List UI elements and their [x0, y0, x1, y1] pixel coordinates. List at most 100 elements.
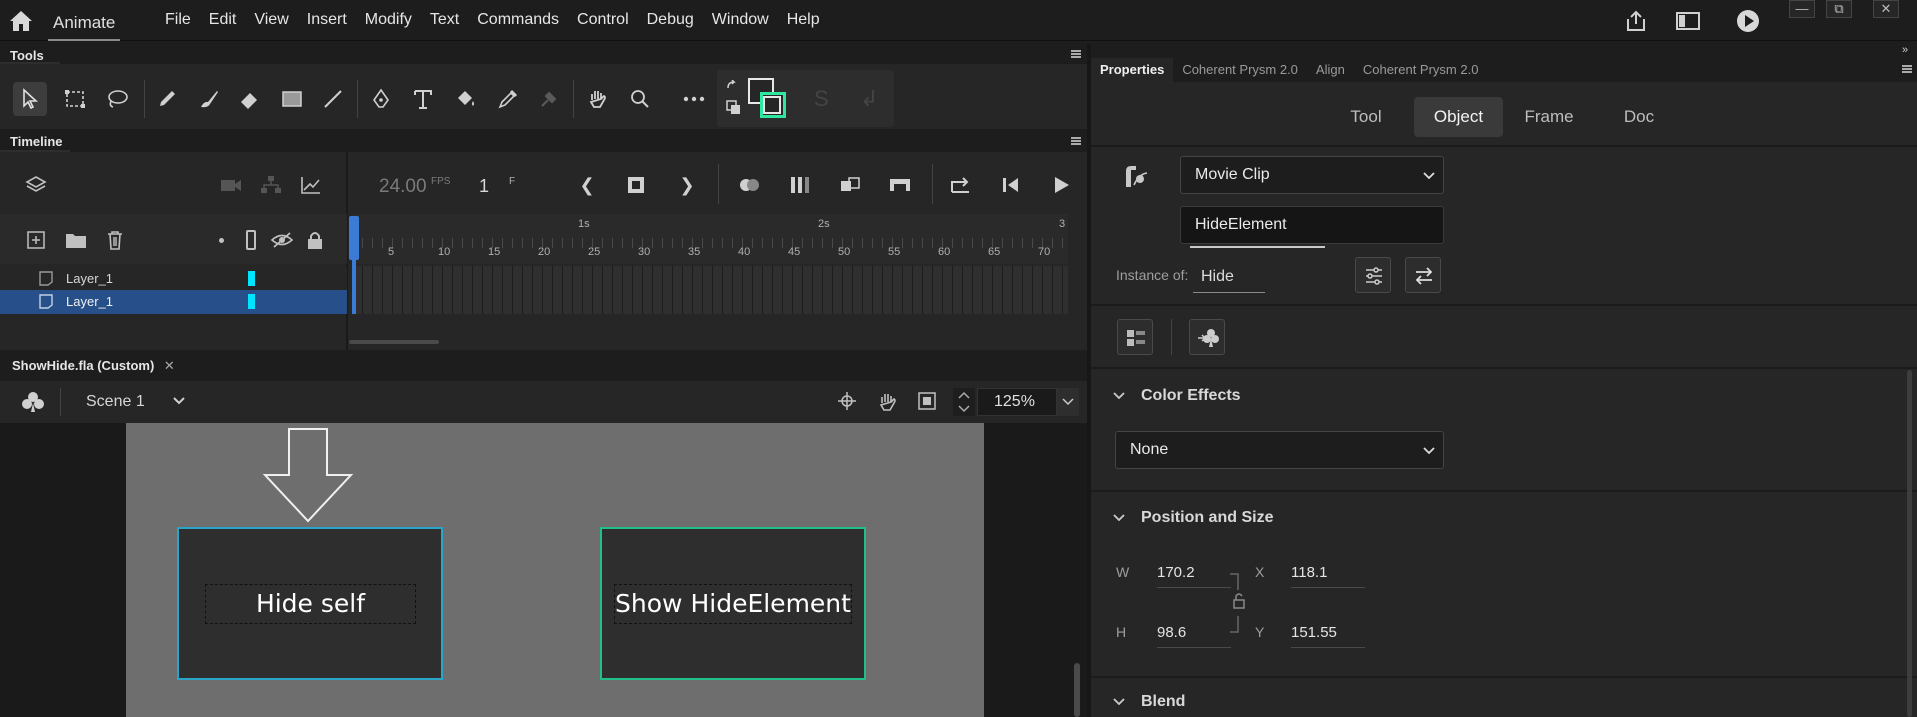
- blend-header[interactable]: Blend: [1141, 693, 1185, 711]
- zoom-input[interactable]: 125%: [977, 388, 1057, 416]
- insert-keyframe-icon[interactable]: [622, 171, 650, 199]
- swap-colors-icon[interactable]: [726, 80, 742, 96]
- menu-insert[interactable]: Insert: [298, 11, 356, 29]
- swap-symbol-button[interactable]: [1405, 257, 1441, 293]
- subtab-object[interactable]: Object: [1414, 97, 1503, 137]
- loop-icon[interactable]: [947, 171, 975, 199]
- lock-proportions-icon[interactable]: [1228, 570, 1250, 636]
- clip-content-icon[interactable]: [918, 392, 936, 410]
- playhead-handle[interactable]: [349, 216, 359, 260]
- document-tab[interactable]: ShowHide.fla (Custom): [12, 358, 154, 373]
- text-tool[interactable]: [406, 82, 440, 116]
- delete-layer-icon[interactable]: [101, 226, 129, 254]
- pin-tool[interactable]: [532, 82, 566, 116]
- properties-menu-icon[interactable]: [1902, 65, 1912, 73]
- layers-icon[interactable]: [22, 171, 50, 199]
- menu-modify[interactable]: Modify: [356, 11, 421, 29]
- menu-file[interactable]: File: [156, 11, 200, 29]
- next-keyframe-icon[interactable]: ❯: [673, 171, 701, 199]
- parenting-icon[interactable]: [257, 171, 285, 199]
- menu-edit[interactable]: Edit: [200, 11, 246, 29]
- tab-properties[interactable]: Properties: [1091, 58, 1174, 82]
- menu-window[interactable]: Window: [703, 11, 778, 29]
- camera-icon[interactable]: [217, 171, 245, 199]
- zoom-dropdown[interactable]: [1057, 388, 1079, 416]
- pen-tool[interactable]: [364, 82, 398, 116]
- subtab-doc[interactable]: Doc: [1600, 97, 1678, 137]
- hand-tool[interactable]: [581, 82, 615, 116]
- paint-bucket-tool[interactable]: [449, 82, 483, 116]
- layer-color-swatch[interactable]: [248, 271, 255, 286]
- library-symbol-button[interactable]: [1189, 319, 1225, 355]
- menu-text[interactable]: Text: [421, 11, 468, 29]
- menu-commands[interactable]: Commands: [468, 11, 568, 29]
- chevron-up-icon[interactable]: [958, 391, 970, 399]
- frame-grid[interactable]: [352, 266, 1068, 314]
- restore-button[interactable]: ⧉: [1826, 0, 1852, 18]
- lasso-tool[interactable]: [100, 82, 134, 116]
- workspace-icon[interactable]: [1676, 11, 1700, 31]
- menu-debug[interactable]: Debug: [638, 11, 703, 29]
- chevron-down-icon[interactable]: [958, 405, 970, 413]
- outline-layer-icon[interactable]: [246, 230, 256, 250]
- layer-row-selected[interactable]: Layer_1: [0, 290, 347, 314]
- eraser-tool[interactable]: [232, 82, 266, 116]
- new-layer-icon[interactable]: [22, 226, 50, 254]
- timeline-menu-icon[interactable]: [1071, 137, 1081, 145]
- stage-scrollbar[interactable]: [1074, 663, 1080, 717]
- chevron-down-icon[interactable]: [1113, 698, 1125, 706]
- symbol-icon[interactable]: [21, 391, 45, 413]
- menu-control[interactable]: Control: [568, 11, 638, 29]
- prev-keyframe-icon[interactable]: ❮: [573, 171, 601, 199]
- zoom-tool[interactable]: [623, 82, 657, 116]
- subtab-tool[interactable]: Tool: [1331, 97, 1401, 137]
- chevron-down-icon[interactable]: [1113, 392, 1125, 400]
- create-tween-icon[interactable]: [836, 171, 864, 199]
- zoom-stepper[interactable]: [953, 388, 975, 416]
- edit-multiple-frames-icon[interactable]: [786, 171, 814, 199]
- x-value[interactable]: 118.1: [1291, 564, 1365, 588]
- play-test-icon[interactable]: [1736, 9, 1760, 33]
- new-folder-icon[interactable]: [62, 226, 90, 254]
- collapse-panel-icon[interactable]: »: [1902, 44, 1908, 56]
- center-stage-icon[interactable]: [838, 392, 856, 410]
- position-size-header[interactable]: Position and Size: [1141, 509, 1273, 527]
- tab-align[interactable]: Align: [1307, 58, 1354, 82]
- hide-layers-icon[interactable]: [268, 226, 296, 254]
- fps-value[interactable]: 24.00: [379, 176, 427, 198]
- close-window-button[interactable]: ✕: [1873, 0, 1899, 18]
- layer-color-swatch[interactable]: [248, 294, 255, 309]
- tab-coherent-prysm[interactable]: Coherent Prysm 2.0: [1173, 58, 1307, 82]
- play-icon[interactable]: [1047, 171, 1075, 199]
- layer-name[interactable]: Layer_1: [66, 271, 113, 286]
- symbol-options-button[interactable]: [1355, 257, 1391, 293]
- selection-tool[interactable]: [13, 82, 47, 116]
- rotation-tool-icon[interactable]: [877, 391, 899, 411]
- insert-blank-keyframe-icon[interactable]: [886, 171, 914, 199]
- default-colors-icon[interactable]: [726, 100, 742, 116]
- line-tool[interactable]: [316, 82, 350, 116]
- layer-name[interactable]: Layer_1: [66, 294, 113, 309]
- current-frame[interactable]: 1: [479, 176, 489, 197]
- width-value[interactable]: 170.2: [1157, 564, 1231, 588]
- color-effects-header[interactable]: Color Effects: [1141, 387, 1241, 405]
- tools-menu-icon[interactable]: [1071, 50, 1081, 58]
- step-back-icon[interactable]: [997, 171, 1025, 199]
- arrow-down-shape[interactable]: [262, 427, 354, 523]
- minimize-button[interactable]: —: [1789, 0, 1815, 18]
- color-effect-dropdown[interactable]: None: [1115, 431, 1444, 469]
- highlight-layer-icon[interactable]: [219, 238, 224, 243]
- share-icon[interactable]: [1624, 9, 1648, 33]
- brush-tool[interactable]: [150, 82, 184, 116]
- chevron-down-icon[interactable]: [172, 396, 186, 406]
- object-layout-button[interactable]: [1117, 319, 1153, 355]
- free-transform-tool[interactable]: [58, 82, 92, 116]
- graph-icon[interactable]: [297, 171, 325, 199]
- menu-help[interactable]: Help: [778, 11, 829, 29]
- onion-skin-icon[interactable]: [736, 171, 764, 199]
- chevron-down-icon[interactable]: [1113, 514, 1125, 522]
- close-tab-icon[interactable]: ✕: [164, 358, 175, 373]
- y-value[interactable]: 151.55: [1291, 624, 1365, 648]
- lock-layers-icon[interactable]: [301, 226, 329, 254]
- home-icon[interactable]: [8, 9, 34, 33]
